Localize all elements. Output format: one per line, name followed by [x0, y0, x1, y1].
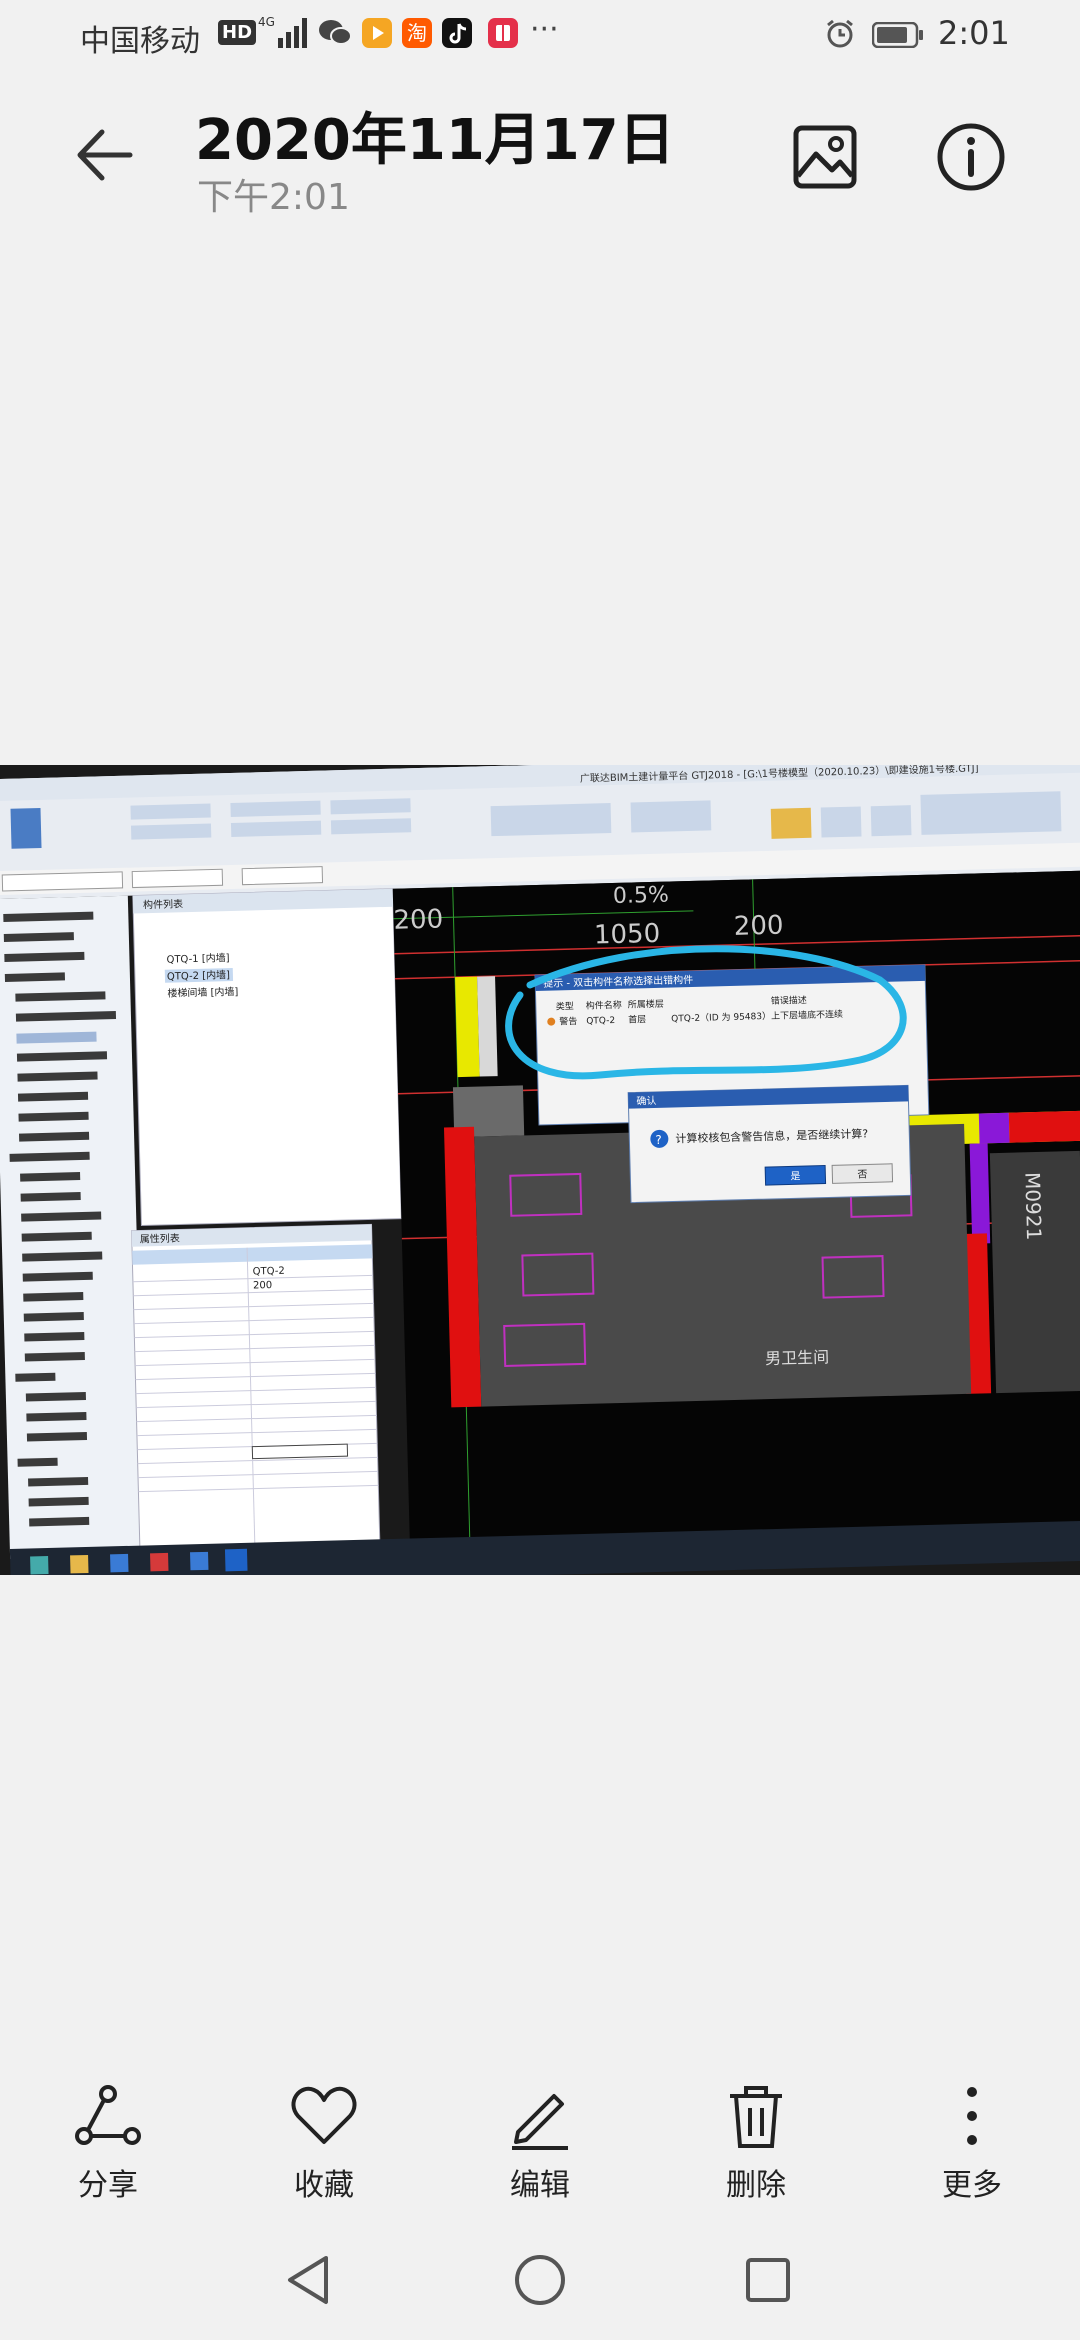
prop-name-value: QTQ-2	[253, 1266, 285, 1278]
page-title: 2020年11月17日	[195, 108, 675, 173]
more-icon	[967, 2087, 977, 2145]
share-icon	[75, 2085, 141, 2145]
dim-1050: 1050	[594, 919, 661, 951]
dim-200-left: 200	[393, 904, 443, 935]
delete-button[interactable]: 删除	[686, 2080, 826, 2204]
nav-home-icon[interactable]	[510, 2250, 570, 2310]
props-title: 属性列表	[140, 1231, 180, 1245]
nav-back-icon[interactable]	[278, 2250, 338, 2310]
prop-thick-value: 200	[253, 1280, 272, 1291]
carrier-label: 中国移动	[80, 24, 200, 59]
share-label: 分享	[78, 2168, 138, 2203]
component-list-title: 构件列表	[143, 897, 183, 911]
more-notifications-icon: ···	[530, 12, 559, 47]
dim-200: 200	[733, 911, 783, 942]
gallery-icon[interactable]	[788, 120, 862, 194]
signal-icon: 4G	[258, 15, 307, 48]
slope-label: 0.5%	[613, 883, 670, 909]
nav-recents-icon[interactable]	[738, 2250, 798, 2310]
taobao-icon: 淘	[402, 18, 432, 48]
favorite-button[interactable]: 收藏	[254, 2080, 394, 2204]
photo-viewer[interactable]: 广联达BIM土建计量平台 GTJ2018 - [G:\1号楼模型（2020.10…	[0, 765, 1080, 1575]
status-bar: 中国移动 HD 4G 淘 ··· 2:01	[0, 0, 1080, 72]
info-icon[interactable]	[934, 120, 1008, 194]
back-arrow-icon[interactable]	[70, 120, 140, 190]
alarm-icon	[827, 19, 853, 48]
video-app-icon	[362, 18, 392, 48]
edit-label: 编辑	[510, 2168, 570, 2203]
edit-icon	[512, 2094, 568, 2150]
dialog-col-name: 构件名称	[586, 999, 622, 1012]
wechat-icon	[319, 20, 352, 45]
battery-icon	[872, 22, 923, 48]
svg-text:?: ?	[655, 1133, 662, 1147]
confirm-dialog-title: 确认	[636, 1094, 656, 1108]
share-button[interactable]: 分享	[38, 2080, 178, 2204]
heart-icon	[291, 2086, 357, 2144]
door-label: M0921	[1020, 1172, 1046, 1241]
confirm-no-label: 否	[857, 1168, 867, 1180]
tiktok-icon	[442, 18, 472, 48]
hd-badge: HD	[218, 20, 257, 45]
reader-app-icon	[488, 18, 518, 48]
page-subtitle: 下午2:01	[197, 177, 350, 218]
delete-label: 删除	[726, 2168, 786, 2203]
favorite-label: 收藏	[294, 2168, 354, 2203]
status-time: 2:01	[938, 14, 1010, 52]
dialog-row-name: QTQ-2	[586, 1016, 615, 1027]
network-label: 4G	[258, 15, 275, 29]
more-label: 更多	[942, 2168, 1002, 2203]
dialog-col-floor: 所属楼层	[628, 998, 664, 1011]
room-label: 男卫生间	[765, 1348, 829, 1369]
trash-icon	[730, 2086, 782, 2148]
dialog-row-type: 警告	[559, 1015, 577, 1027]
more-button[interactable]: 更多	[902, 2080, 1042, 2204]
photo-content: 广联达BIM土建计量平台 GTJ2018 - [G:\1号楼模型（2020.10…	[0, 765, 1080, 1575]
confirm-yes-label: 是	[790, 1170, 800, 1182]
dialog-col-type: 类型	[556, 1000, 574, 1012]
dialog-row-floor: 首层	[628, 1013, 646, 1025]
dialog-col-desc: 错误描述	[771, 994, 807, 1007]
edit-button[interactable]: 编辑	[470, 2080, 610, 2204]
